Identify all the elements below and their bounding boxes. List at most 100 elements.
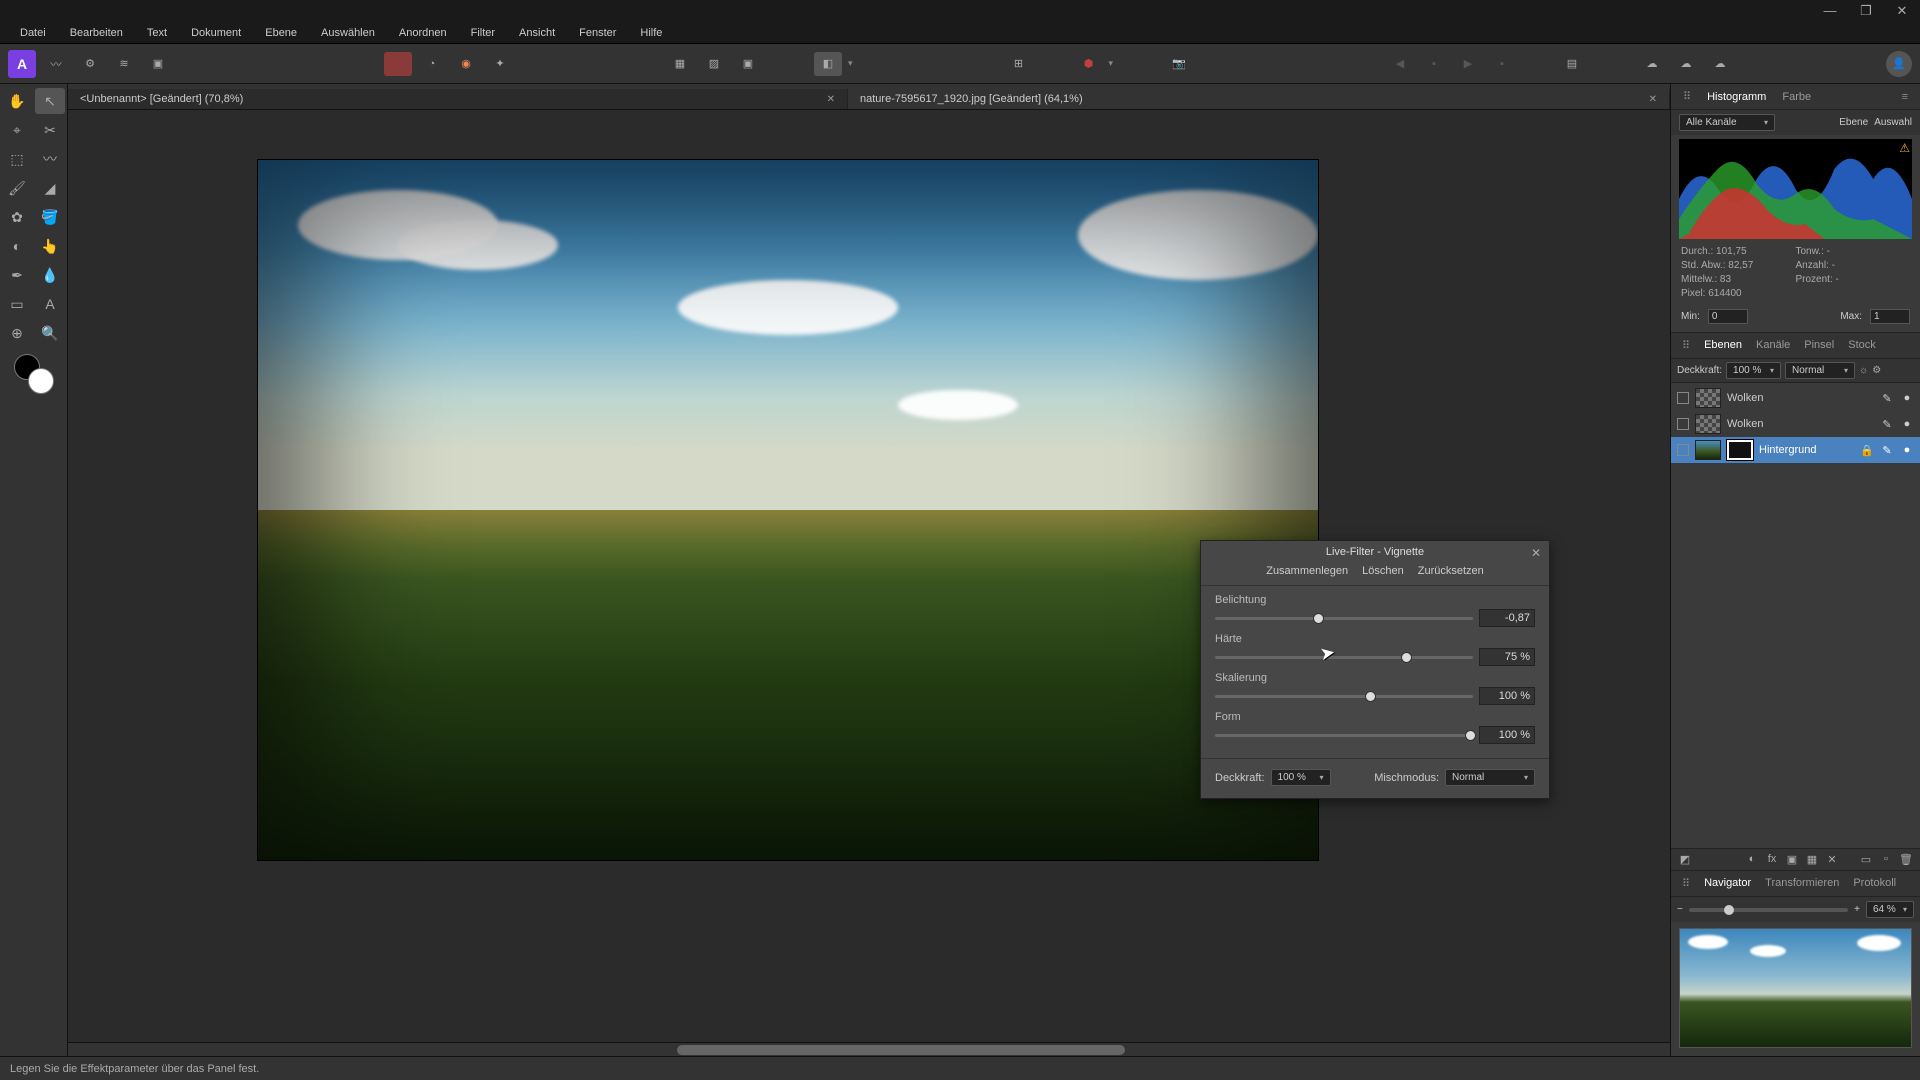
layer-row[interactable]: Wolken✎●: [1671, 385, 1920, 411]
eraser-tool-icon[interactable]: ◢: [35, 175, 65, 201]
slider-belichtung[interactable]: [1215, 617, 1473, 620]
crop-overlay-icon[interactable]: ⊞: [1005, 52, 1033, 76]
camera-icon[interactable]: 📷: [1165, 52, 1193, 76]
menu-filter[interactable]: Filter: [461, 25, 505, 41]
zoom-slider[interactable]: [1689, 908, 1848, 912]
toolbar-swatch-icon[interactable]: [384, 52, 412, 76]
lock-icon[interactable]: 🔒: [1860, 444, 1874, 457]
persona-tone-icon[interactable]: ≋: [110, 52, 138, 76]
layer-row[interactable]: Hintergrund🔒✎●: [1671, 437, 1920, 463]
hist-scope-selection[interactable]: Auswahl: [1874, 117, 1912, 128]
close-icon[interactable]: ✕: [1884, 3, 1920, 19]
arrange-icon[interactable]: ▤: [1558, 52, 1586, 76]
zoom-out-icon[interactable]: −: [1677, 904, 1683, 915]
brush-tool-icon[interactable]: 🖌: [2, 175, 32, 201]
cloud-sync-icon[interactable]: ☁: [1638, 52, 1666, 76]
user-avatar[interactable]: 👤: [1886, 51, 1912, 77]
visible-icon[interactable]: ●: [1900, 418, 1914, 430]
layer-group-icon[interactable]: ▭: [1858, 853, 1874, 866]
edit-icon[interactable]: ✎: [1880, 444, 1894, 457]
hist-scope-layer[interactable]: Ebene: [1839, 117, 1868, 128]
menu-hilfe[interactable]: Hilfe: [630, 25, 672, 41]
menu-fenster[interactable]: Fenster: [569, 25, 626, 41]
visible-icon[interactable]: ●: [1900, 392, 1914, 404]
selection-dotted-icon[interactable]: ▦: [666, 52, 694, 76]
edit-icon[interactable]: ✎: [1880, 418, 1894, 431]
layer-row[interactable]: Wolken✎●: [1671, 411, 1920, 437]
tab-stock[interactable]: Stock: [1843, 337, 1881, 354]
color-picker-tool-icon[interactable]: ⌖: [2, 117, 32, 143]
zoom-tool-icon[interactable]: 🔍: [35, 320, 65, 346]
tab-brushes[interactable]: Pinsel: [1799, 337, 1839, 354]
tab-close-icon[interactable]: ✕: [1649, 94, 1657, 105]
quickmask-icon[interactable]: ◧: [814, 52, 842, 76]
toolbar-wand-icon[interactable]: ✦: [486, 52, 514, 76]
cloud-up-icon[interactable]: ☁: [1672, 52, 1700, 76]
color-swatches[interactable]: [14, 354, 54, 394]
selection-brush-tool-icon[interactable]: ⬚: [2, 146, 32, 172]
cloud-down-icon[interactable]: ☁: [1706, 52, 1734, 76]
tab-transform[interactable]: Transformieren: [1760, 875, 1844, 892]
align-center-icon[interactable]: ▪: [1420, 52, 1448, 76]
layer-delete-icon[interactable]: 🗑: [1898, 853, 1914, 866]
align-dist-icon[interactable]: ▪: [1488, 52, 1516, 76]
layer-crop-icon[interactable]: ▣: [1784, 853, 1800, 866]
dodge-tool-icon[interactable]: ◐: [2, 233, 32, 259]
flood-select-tool-icon[interactable]: 〰: [35, 146, 65, 172]
layer-blend-dropdown[interactable]: Normal: [1785, 362, 1855, 379]
crop-tool-icon[interactable]: ✂: [35, 117, 65, 143]
tab-history[interactable]: Protokoll: [1848, 875, 1901, 892]
align-left-icon[interactable]: ◀: [1386, 52, 1414, 76]
dialog-action-zurücksetzen[interactable]: Zurücksetzen: [1418, 565, 1484, 577]
layer-visibility-checkbox[interactable]: [1677, 444, 1689, 456]
hist-max-input[interactable]: [1870, 309, 1910, 324]
clone-tool-icon[interactable]: ✿: [2, 204, 32, 230]
slider-value[interactable]: 100 %: [1479, 726, 1535, 744]
persona-develop-icon[interactable]: ⚙: [76, 52, 104, 76]
menu-ansicht[interactable]: Ansicht: [509, 25, 565, 41]
channel-dropdown[interactable]: Alle Kanäle: [1679, 114, 1775, 131]
tab-navigator[interactable]: Navigator: [1699, 875, 1756, 892]
layer-visibility-checkbox[interactable]: [1677, 392, 1689, 404]
live-filter-dialog[interactable]: Live-Filter - Vignette ✕ ZusammenlegenLö…: [1200, 540, 1550, 799]
layer-opacity-dropdown[interactable]: 100 %: [1726, 362, 1781, 379]
text-tool-icon[interactable]: A: [35, 291, 65, 317]
minimize-icon[interactable]: —: [1812, 3, 1848, 19]
layer-mask-thumbnail[interactable]: [1727, 440, 1753, 460]
mesh-tool-icon[interactable]: ⊕: [2, 320, 32, 346]
dialog-action-zusammenlegen[interactable]: Zusammenlegen: [1266, 565, 1348, 577]
tab-channels[interactable]: Kanäle: [1751, 337, 1795, 354]
healing-tool-icon[interactable]: 💧: [35, 262, 65, 288]
dialog-action-löschen[interactable]: Löschen: [1362, 565, 1404, 577]
layer-mask2-icon[interactable]: ▦: [1804, 853, 1820, 866]
layer-x-icon[interactable]: ✕: [1824, 853, 1840, 866]
pen-tool-icon[interactable]: ✒: [2, 262, 32, 288]
dialog-opacity-dropdown[interactable]: 100 %: [1271, 769, 1331, 786]
layer-gear-icon[interactable]: ⚙: [1872, 365, 1881, 376]
tab-histogram[interactable]: Histogramm: [1701, 89, 1772, 105]
slider-value[interactable]: 100 %: [1479, 687, 1535, 705]
layer-fx2-icon[interactable]: fx: [1764, 853, 1780, 866]
shape-tool-icon[interactable]: ▭: [2, 291, 32, 317]
zoom-dropdown[interactable]: 64 %: [1866, 901, 1914, 918]
document-tab[interactable]: <Unbenannt> [Geändert] (70,8%)✕: [68, 89, 848, 109]
menu-bearbeiten[interactable]: Bearbeiten: [60, 25, 133, 41]
tab-color[interactable]: Farbe: [1776, 89, 1817, 105]
layer-visibility-checkbox[interactable]: [1677, 418, 1689, 430]
move-tool-icon[interactable]: ↖: [35, 88, 65, 114]
toolbar-circle-icon[interactable]: ◔: [418, 52, 446, 76]
menu-anordnen[interactable]: Anordnen: [389, 25, 457, 41]
selection-all-icon[interactable]: ▣: [734, 52, 762, 76]
dialog-blend-dropdown[interactable]: Normal: [1445, 769, 1535, 786]
layer-add-icon[interactable]: ▫: [1878, 853, 1894, 866]
maximize-icon[interactable]: ❐: [1848, 3, 1884, 19]
slider-skalierung[interactable]: [1215, 695, 1473, 698]
snap-icon[interactable]: ⬢: [1075, 52, 1103, 76]
layer-mask-icon[interactable]: ◩: [1677, 853, 1693, 866]
edit-icon[interactable]: ✎: [1880, 392, 1894, 405]
fill-tool-icon[interactable]: 🪣: [35, 204, 65, 230]
layer-adj-icon[interactable]: ◐: [1744, 853, 1760, 866]
menu-text[interactable]: Text: [137, 25, 177, 41]
persona-liquify-icon[interactable]: 〰: [42, 52, 70, 76]
hist-min-input[interactable]: [1708, 309, 1748, 324]
